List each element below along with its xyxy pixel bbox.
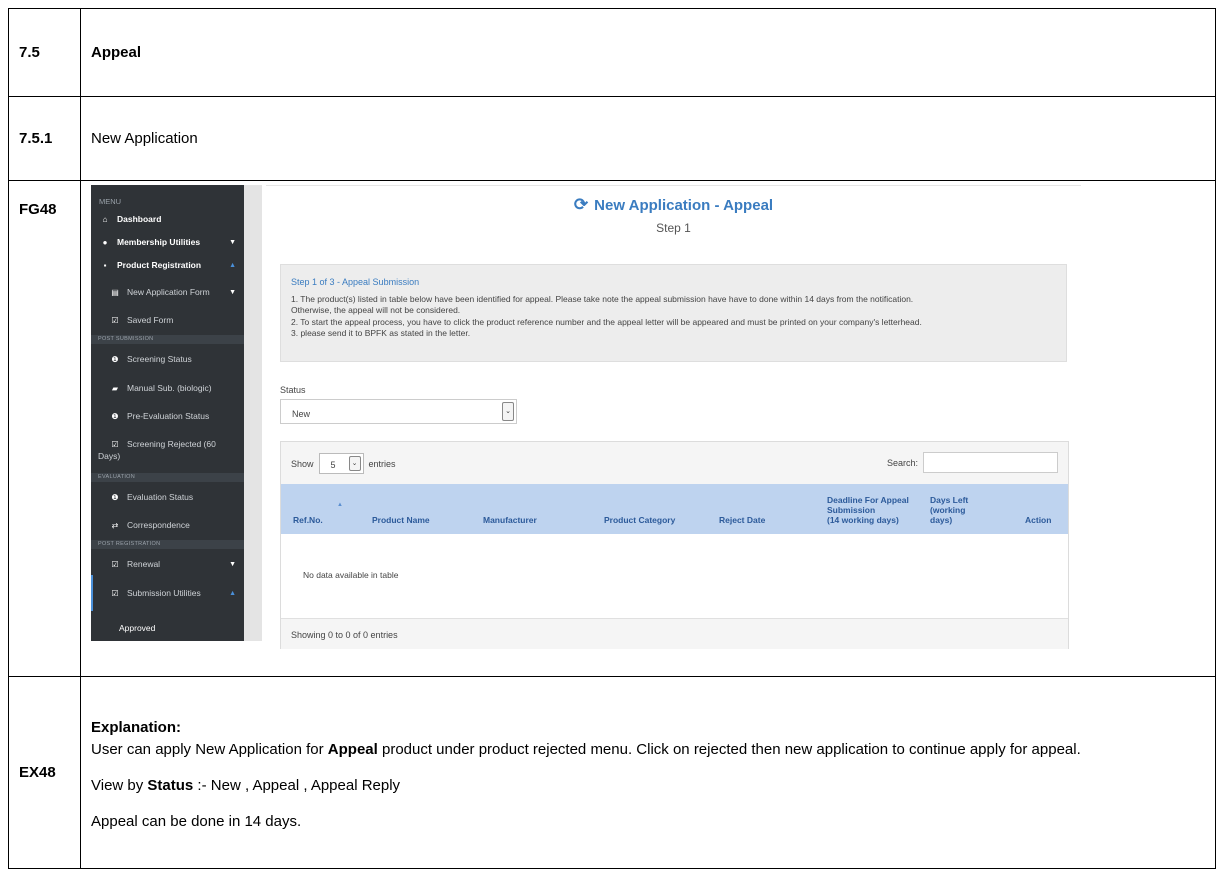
- entries-label: entries: [368, 458, 396, 469]
- search-label: Search:: [886, 457, 918, 468]
- sidebar-item-manual-sub[interactable]: ▰ Manual Sub. (biologic): [91, 383, 244, 393]
- chevron-down-icon: ▼: [229, 560, 236, 568]
- explanation-paragraph: User can apply New Application for Appea…: [91, 740, 1081, 758]
- sort-asc-icon: ▲: [337, 502, 343, 508]
- sidebar-section-evaluation: EVALUATION: [91, 473, 244, 482]
- figure-cell: MENU ⌂ Dashboard ● Membership Utilities ▼ ▪…: [80, 180, 1216, 677]
- data-table: Show 5 ⌄ entries Search: ▲ Ref.No. Produ…: [280, 441, 1069, 649]
- chevron-down-icon: ⌄: [348, 456, 361, 471]
- explanation-number: EX48: [8, 676, 81, 869]
- column-header-manufacturer[interactable]: Manufacturer: [483, 515, 537, 525]
- chevron-down-icon: ▼: [229, 288, 236, 296]
- app-screenshot: MENU ⌂ Dashboard ● Membership Utilities ▼ ▪…: [91, 185, 1085, 673]
- explanation-cell: Explanation: User can apply New Applicat…: [80, 676, 1216, 869]
- sidebar-item-dashboard[interactable]: ⌂ Dashboard: [91, 214, 244, 224]
- sidebar-item-new-application-form[interactable]: ▤ New Application Form ▼: [91, 287, 244, 297]
- column-header-reject-date[interactable]: Reject Date: [719, 515, 765, 525]
- sidebar-gutter: [244, 185, 262, 641]
- refresh-icon: ⟳: [573, 195, 589, 214]
- table-info: Showing 0 to 0 of 0 entries: [281, 618, 1068, 649]
- column-header-ref[interactable]: Ref.No.: [293, 515, 323, 525]
- check-icon: ☑: [111, 315, 119, 325]
- sidebar-item-screening-status[interactable]: ❶ Screening Status: [91, 354, 244, 364]
- table-body: No data available in table: [281, 534, 1068, 618]
- sidebar-item-pre-evaluation-status[interactable]: ❶ Pre-Evaluation Status: [91, 411, 244, 421]
- sidebar-item-renewal[interactable]: ☑ Renewal ▼: [91, 559, 244, 569]
- column-header-days-left[interactable]: Days Left (working days): [930, 495, 968, 525]
- sidebar-item-membership[interactable]: ● Membership Utilities ▼: [91, 237, 244, 247]
- header-divider: [266, 185, 1081, 186]
- section-number: 7.5: [8, 8, 81, 97]
- check-icon: ☑: [111, 439, 119, 449]
- exchange-icon: ⇄: [111, 520, 119, 530]
- sidebar-section-post-registration: POST REGISTRATION: [91, 540, 244, 549]
- page-title: ⟳ New Application - Appeal: [573, 195, 774, 214]
- explanation-note: Appeal can be done in 14 days.: [91, 812, 302, 830]
- notice-heading: Step 1 of 3 - Appeal Submission: [291, 277, 420, 287]
- chevron-down-icon: ⌄: [502, 402, 514, 421]
- sidebar-item-label-continued: Days): [98, 451, 121, 461]
- home-icon: ⌂: [102, 214, 108, 224]
- sidebar-item-correspondence[interactable]: ⇄ Correspondence: [91, 520, 244, 530]
- explanation-heading: Explanation:: [91, 718, 182, 736]
- column-header-product[interactable]: Product Name: [372, 515, 430, 525]
- notice-line: 3. please send it to BPFK as stated in t…: [291, 328, 471, 338]
- main-content: ⟳ New Application - Appeal Step 1 Step 1 …: [266, 185, 1081, 655]
- column-header-category[interactable]: Product Category: [604, 515, 675, 525]
- chevron-down-icon: ▼: [229, 238, 236, 246]
- chevron-up-icon: ▲: [229, 589, 236, 597]
- sidebar-item-screening-rejected[interactable]: ☑ Screening Rejected (60: [91, 439, 244, 449]
- sidebar-item-approved[interactable]: Approved: [91, 623, 244, 633]
- status-select[interactable]: New ⌄: [280, 399, 517, 424]
- chevron-up-icon: ▲: [229, 261, 236, 269]
- product-icon: ▪: [103, 260, 107, 270]
- column-header-deadline[interactable]: Deadline For Appeal Submission (14 worki…: [827, 495, 909, 525]
- show-label: Show: [291, 458, 314, 469]
- notice-box: Step 1 of 3 - Appeal Submission 1. The p…: [280, 264, 1067, 362]
- check-icon: ☑: [111, 559, 119, 569]
- info-icon: ❶: [111, 354, 119, 364]
- subsection-number: 7.5.1: [8, 96, 81, 181]
- explanation-status-line: View by Status :- New , Appeal , Appeal …: [91, 776, 401, 794]
- sidebar-item-submission-utilities[interactable]: ☑ Submission Utilities ▲: [91, 588, 244, 598]
- check-icon: ☑: [111, 588, 119, 598]
- table-header: ▲ Ref.No. Product Name Manufacturer Prod…: [281, 484, 1068, 534]
- empty-table-message: No data available in table: [303, 570, 399, 580]
- column-header-action[interactable]: Action: [1025, 515, 1051, 525]
- menu-label: MENU: [99, 197, 122, 206]
- info-icon: ❶: [111, 411, 119, 421]
- notice-line: Otherwise, the appeal will not be consid…: [291, 305, 461, 315]
- sidebar: MENU ⌂ Dashboard ● Membership Utilities ▼ ▪…: [91, 185, 262, 641]
- section-title: Appeal: [80, 8, 1216, 97]
- notice-line: 1. The product(s) listed in table below …: [291, 293, 914, 304]
- figure-number: FG48: [8, 180, 81, 677]
- search-input[interactable]: [923, 452, 1058, 473]
- step-label: Step 1: [656, 221, 691, 235]
- user-icon: ●: [102, 237, 108, 247]
- sidebar-section-post-submission: POST SUBMISSION: [91, 335, 244, 344]
- subsection-title: New Application: [80, 96, 1216, 181]
- file-icon: ▤: [111, 287, 119, 297]
- notice-line: 2. To start the appeal process, you have…: [291, 316, 922, 327]
- sidebar-item-saved-form[interactable]: ☑ Saved Form: [91, 315, 244, 325]
- status-label: Status: [280, 385, 306, 395]
- search-control: Search:: [887, 452, 1058, 473]
- book-icon: ▰: [111, 383, 119, 393]
- status-select-value: New: [292, 409, 311, 419]
- document-table: 7.5 Appeal 7.5.1 New Application FG48 ME…: [8, 8, 1216, 869]
- length-select[interactable]: 5 ⌄: [318, 453, 364, 474]
- info-icon: ❶: [111, 492, 119, 502]
- length-control: Show 5 ⌄ entries: [291, 453, 396, 474]
- sidebar-item-product-registration[interactable]: ▪ Product Registration ▲: [91, 260, 244, 270]
- sidebar-item-evaluation-status[interactable]: ❶ Evaluation Status: [91, 492, 244, 502]
